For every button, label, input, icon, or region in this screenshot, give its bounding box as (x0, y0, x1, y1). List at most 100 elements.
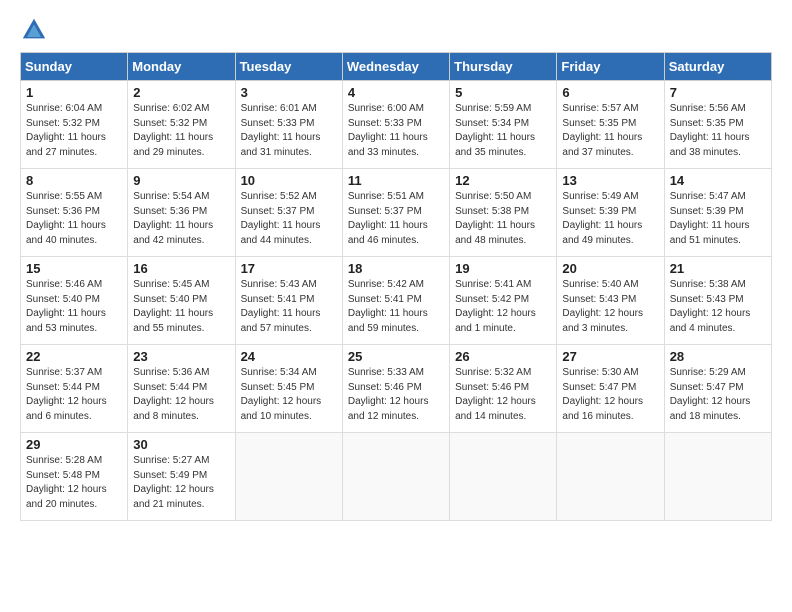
day-cell: 2 Sunrise: 6:02 AMSunset: 5:32 PMDaylight… (128, 81, 235, 169)
day-number: 1 (26, 85, 122, 100)
day-info: Sunrise: 5:29 AMSunset: 5:47 PMDaylight:… (670, 366, 766, 424)
week-row-4: 22Sunrise: 5:37 AMSunset: 5:44 PMDayligh… (21, 345, 772, 433)
day-cell: 4 Sunrise: 6:00 AMSunset: 5:33 PMDaylight… (342, 81, 449, 169)
day-number: 2 (133, 85, 229, 100)
day-cell: 6 Sunrise: 5:57 AMSunset: 5:35 PMDaylight… (557, 81, 664, 169)
day-info: Sunrise: 5:45 AMSunset: 5:40 PMDaylight:… (133, 278, 229, 336)
day-number: 19 (455, 261, 551, 276)
day-number: 15 (26, 261, 122, 276)
col-header-thursday: Thursday (450, 53, 557, 81)
day-number: 28 (670, 349, 766, 364)
day-cell (342, 433, 449, 521)
day-info: Sunrise: 5:33 AMSunset: 5:46 PMDaylight:… (348, 366, 444, 424)
day-info: Sunrise: 5:50 AMSunset: 5:38 PMDaylight:… (455, 190, 551, 248)
calendar: SundayMondayTuesdayWednesdayThursdayFrid… (20, 52, 772, 521)
day-cell: 14 Sunrise: 5:47 AMSunset: 5:39 PMDayligh… (664, 169, 771, 257)
day-cell: 13 Sunrise: 5:49 AMSunset: 5:39 PMDayligh… (557, 169, 664, 257)
day-cell: 26 Sunrise: 5:32 AMSunset: 5:46 PMDayligh… (450, 345, 557, 433)
day-number: 20 (562, 261, 658, 276)
day-number: 9 (133, 173, 229, 188)
day-cell: 10Sunrise: 5:52 AMSunset: 5:37 PMDayligh… (235, 169, 342, 257)
week-row-3: 15 Sunrise: 5:46 AMSunset: 5:40 PMDayligh… (21, 257, 772, 345)
day-number: 5 (455, 85, 551, 100)
day-cell: 19 Sunrise: 5:41 AMSunset: 5:42 PMDayligh… (450, 257, 557, 345)
day-info: Sunrise: 5:28 AMSunset: 5:48 PMDaylight:… (26, 454, 122, 512)
day-cell: 9 Sunrise: 5:54 AMSunset: 5:36 PMDaylight… (128, 169, 235, 257)
day-cell (557, 433, 664, 521)
day-number: 21 (670, 261, 766, 276)
col-header-saturday: Saturday (664, 53, 771, 81)
day-number: 12 (455, 173, 551, 188)
day-number: 6 (562, 85, 658, 100)
day-info: Sunrise: 5:54 AMSunset: 5:36 PMDaylight:… (133, 190, 229, 248)
day-info: Sunrise: 5:55 AMSunset: 5:36 PMDaylight:… (26, 190, 122, 248)
day-info: Sunrise: 6:02 AMSunset: 5:32 PMDaylight:… (133, 102, 229, 160)
col-header-wednesday: Wednesday (342, 53, 449, 81)
day-cell: 21 Sunrise: 5:38 AMSunset: 5:43 PMDayligh… (664, 257, 771, 345)
day-cell: 29 Sunrise: 5:28 AMSunset: 5:48 PMDayligh… (21, 433, 128, 521)
week-row-5: 29 Sunrise: 5:28 AMSunset: 5:48 PMDayligh… (21, 433, 772, 521)
day-cell (664, 433, 771, 521)
day-number: 24 (241, 349, 337, 364)
day-info: Sunrise: 5:30 AMSunset: 5:47 PMDaylight:… (562, 366, 658, 424)
day-info: Sunrise: 6:00 AMSunset: 5:33 PMDaylight:… (348, 102, 444, 160)
day-cell: 25Sunrise: 5:33 AMSunset: 5:46 PMDayligh… (342, 345, 449, 433)
day-number: 3 (241, 85, 337, 100)
day-cell: 15 Sunrise: 5:46 AMSunset: 5:40 PMDayligh… (21, 257, 128, 345)
day-cell: 11Sunrise: 5:51 AMSunset: 5:37 PMDayligh… (342, 169, 449, 257)
day-info: Sunrise: 5:59 AMSunset: 5:34 PMDaylight:… (455, 102, 551, 160)
col-header-friday: Friday (557, 53, 664, 81)
day-number: 11 (348, 173, 444, 188)
day-cell: 23 Sunrise: 5:36 AMSunset: 5:44 PMDayligh… (128, 345, 235, 433)
day-number: 18 (348, 261, 444, 276)
day-cell: 28 Sunrise: 5:29 AMSunset: 5:47 PMDayligh… (664, 345, 771, 433)
day-number: 29 (26, 437, 122, 452)
day-info: Sunrise: 5:27 AMSunset: 5:49 PMDaylight:… (133, 454, 229, 512)
day-info: Sunrise: 5:57 AMSunset: 5:35 PMDaylight:… (562, 102, 658, 160)
col-header-tuesday: Tuesday (235, 53, 342, 81)
day-info: Sunrise: 5:43 AMSunset: 5:41 PMDaylight:… (241, 278, 337, 336)
day-number: 8 (26, 173, 122, 188)
logo-icon (20, 16, 48, 44)
header-row: SundayMondayTuesdayWednesdayThursdayFrid… (21, 53, 772, 81)
day-cell (235, 433, 342, 521)
day-info: Sunrise: 5:40 AMSunset: 5:43 PMDaylight:… (562, 278, 658, 336)
day-number: 30 (133, 437, 229, 452)
day-cell: 1Sunrise: 6:04 AMSunset: 5:32 PMDaylight… (21, 81, 128, 169)
day-info: Sunrise: 5:56 AMSunset: 5:35 PMDaylight:… (670, 102, 766, 160)
week-row-2: 8 Sunrise: 5:55 AMSunset: 5:36 PMDaylight… (21, 169, 772, 257)
day-info: Sunrise: 5:34 AMSunset: 5:45 PMDaylight:… (241, 366, 337, 424)
day-info: Sunrise: 5:38 AMSunset: 5:43 PMDaylight:… (670, 278, 766, 336)
day-info: Sunrise: 5:49 AMSunset: 5:39 PMDaylight:… (562, 190, 658, 248)
header (20, 16, 772, 44)
day-cell: 3 Sunrise: 6:01 AMSunset: 5:33 PMDaylight… (235, 81, 342, 169)
day-number: 4 (348, 85, 444, 100)
day-info: Sunrise: 5:47 AMSunset: 5:39 PMDaylight:… (670, 190, 766, 248)
col-header-monday: Monday (128, 53, 235, 81)
day-number: 22 (26, 349, 122, 364)
day-info: Sunrise: 5:41 AMSunset: 5:42 PMDaylight:… (455, 278, 551, 336)
day-info: Sunrise: 5:46 AMSunset: 5:40 PMDaylight:… (26, 278, 122, 336)
day-cell: 20 Sunrise: 5:40 AMSunset: 5:43 PMDayligh… (557, 257, 664, 345)
day-number: 14 (670, 173, 766, 188)
day-cell: 18 Sunrise: 5:42 AMSunset: 5:41 PMDayligh… (342, 257, 449, 345)
day-cell: 22Sunrise: 5:37 AMSunset: 5:44 PMDayligh… (21, 345, 128, 433)
day-cell: 27 Sunrise: 5:30 AMSunset: 5:47 PMDayligh… (557, 345, 664, 433)
day-number: 23 (133, 349, 229, 364)
day-cell: 17Sunrise: 5:43 AMSunset: 5:41 PMDayligh… (235, 257, 342, 345)
day-cell (450, 433, 557, 521)
day-info: Sunrise: 5:32 AMSunset: 5:46 PMDaylight:… (455, 366, 551, 424)
day-number: 13 (562, 173, 658, 188)
day-info: Sunrise: 6:01 AMSunset: 5:33 PMDaylight:… (241, 102, 337, 160)
day-cell: 12 Sunrise: 5:50 AMSunset: 5:38 PMDayligh… (450, 169, 557, 257)
day-info: Sunrise: 5:36 AMSunset: 5:44 PMDaylight:… (133, 366, 229, 424)
day-cell: 24 Sunrise: 5:34 AMSunset: 5:45 PMDayligh… (235, 345, 342, 433)
day-number: 7 (670, 85, 766, 100)
day-info: Sunrise: 5:42 AMSunset: 5:41 PMDaylight:… (348, 278, 444, 336)
logo (20, 16, 54, 44)
day-cell: 5 Sunrise: 5:59 AMSunset: 5:34 PMDaylight… (450, 81, 557, 169)
day-number: 26 (455, 349, 551, 364)
day-number: 27 (562, 349, 658, 364)
day-number: 10 (241, 173, 337, 188)
col-header-sunday: Sunday (21, 53, 128, 81)
